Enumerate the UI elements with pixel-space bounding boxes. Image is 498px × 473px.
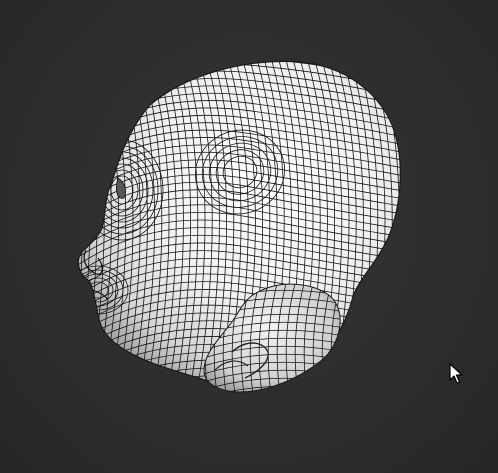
mouse-pointer-icon <box>449 363 463 384</box>
mesh-edge-column <box>78 61 98 390</box>
mesh-edge-column <box>78 61 84 390</box>
head-mesh-model[interactable] <box>0 0 498 473</box>
3d-viewport[interactable] <box>0 0 498 473</box>
mesh-edge-column <box>81 61 105 390</box>
mesh-edge-column <box>78 61 91 390</box>
